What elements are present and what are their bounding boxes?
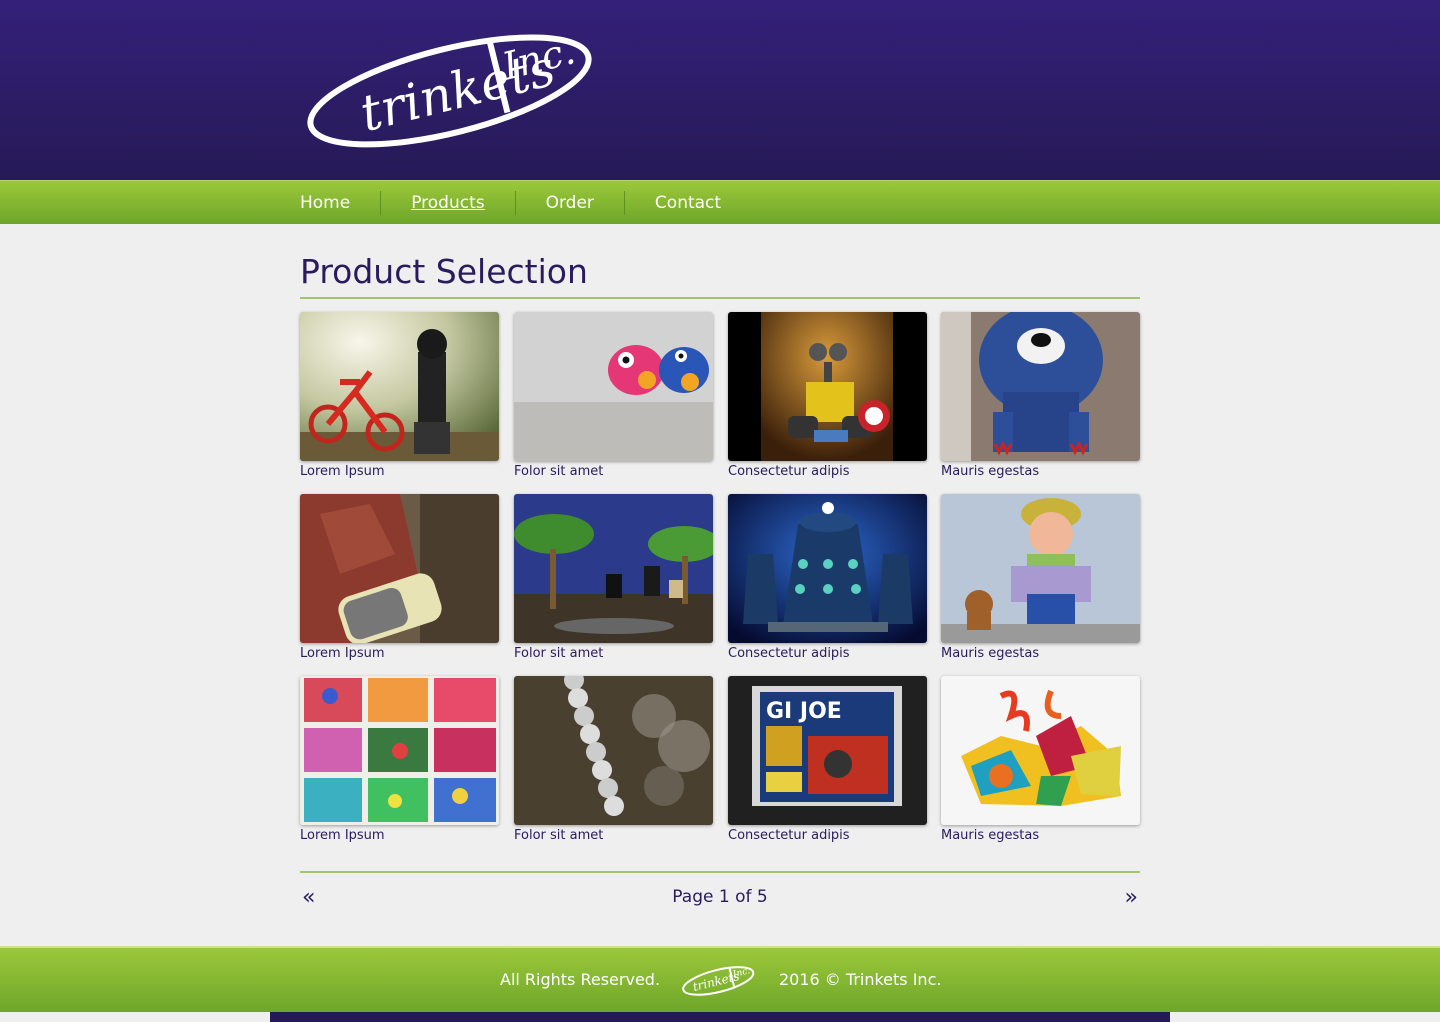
footer-logo[interactable]: trinkets Inc.	[680, 964, 756, 996]
product-card[interactable]: Folor sit amet	[514, 676, 713, 844]
nav-order[interactable]: Order	[516, 191, 624, 215]
main-nav: Home Products Order Contact	[0, 180, 1440, 224]
footer-rights: All Rights Reserved.	[500, 970, 661, 989]
product-image[interactable]	[514, 312, 713, 461]
product-caption[interactable]: Consectetur adipis	[728, 828, 927, 844]
product-image[interactable]	[514, 494, 713, 643]
product-image[interactable]	[300, 676, 499, 825]
product-image[interactable]	[941, 494, 1140, 643]
nav-home[interactable]: Home	[300, 191, 380, 215]
product-caption[interactable]: Consectetur adipis	[728, 646, 927, 662]
title-divider	[300, 297, 1140, 299]
product-card[interactable]: Consectetur adipis	[728, 312, 927, 480]
product-caption[interactable]: Lorem Ipsum	[300, 464, 499, 480]
nav-contact[interactable]: Contact	[625, 191, 751, 215]
product-card[interactable]: Lorem Ipsum	[300, 494, 499, 662]
product-image[interactable]	[728, 312, 927, 461]
product-caption[interactable]: Folor sit amet	[514, 828, 713, 844]
product-card[interactable]: Consectetur adipis	[728, 494, 927, 662]
product-caption[interactable]: Lorem Ipsum	[300, 828, 499, 844]
pagination: « Page 1 of 5 »	[300, 884, 1140, 914]
product-caption[interactable]: Mauris egestas	[941, 828, 1140, 844]
product-card[interactable]: Lorem Ipsum	[300, 312, 499, 480]
bottom-bar	[270, 1012, 1170, 1022]
next-page-link[interactable]: »	[1125, 885, 1138, 910]
page-indicator: Page 1 of 5	[672, 887, 768, 907]
product-image[interactable]	[941, 676, 1140, 825]
product-image[interactable]: GI JOE	[728, 676, 927, 825]
product-image[interactable]	[300, 312, 499, 461]
nav-products[interactable]: Products	[381, 191, 514, 215]
product-caption[interactable]: Lorem Ipsum	[300, 646, 499, 662]
product-caption[interactable]: Consectetur adipis	[728, 464, 927, 480]
footer-copyright: 2016 © Trinkets Inc.	[779, 970, 942, 989]
product-card[interactable]: GI JOE Consectetur adipis	[728, 676, 927, 844]
pagination-divider	[300, 871, 1140, 873]
site-header: trinkets Inc.	[0, 0, 1440, 180]
product-caption[interactable]: Folor sit amet	[514, 464, 713, 480]
product-caption[interactable]: Mauris egestas	[941, 646, 1140, 662]
page-title: Product Selection	[300, 252, 588, 291]
product-image[interactable]	[728, 494, 927, 643]
svg-text:GI JOE: GI JOE	[766, 699, 842, 724]
product-card[interactable]: Lorem Ipsum	[300, 676, 499, 844]
product-image[interactable]	[514, 676, 713, 825]
site-footer: All Rights Reserved. trinkets Inc. 2016 …	[0, 946, 1440, 1012]
product-card[interactable]: Folor sit amet	[514, 312, 713, 480]
product-caption[interactable]: Mauris egestas	[941, 464, 1140, 480]
product-caption[interactable]: Folor sit amet	[514, 646, 713, 662]
product-image[interactable]	[941, 312, 1140, 461]
product-card[interactable]: Mauris egestas	[941, 494, 1140, 662]
product-card[interactable]: Mauris egestas	[941, 312, 1140, 480]
product-card[interactable]: Mauris egestas	[941, 676, 1140, 844]
trinkets-logo[interactable]: trinkets Inc.	[300, 28, 598, 150]
product-card[interactable]: Folor sit amet	[514, 494, 713, 662]
product-image[interactable]	[300, 494, 499, 643]
